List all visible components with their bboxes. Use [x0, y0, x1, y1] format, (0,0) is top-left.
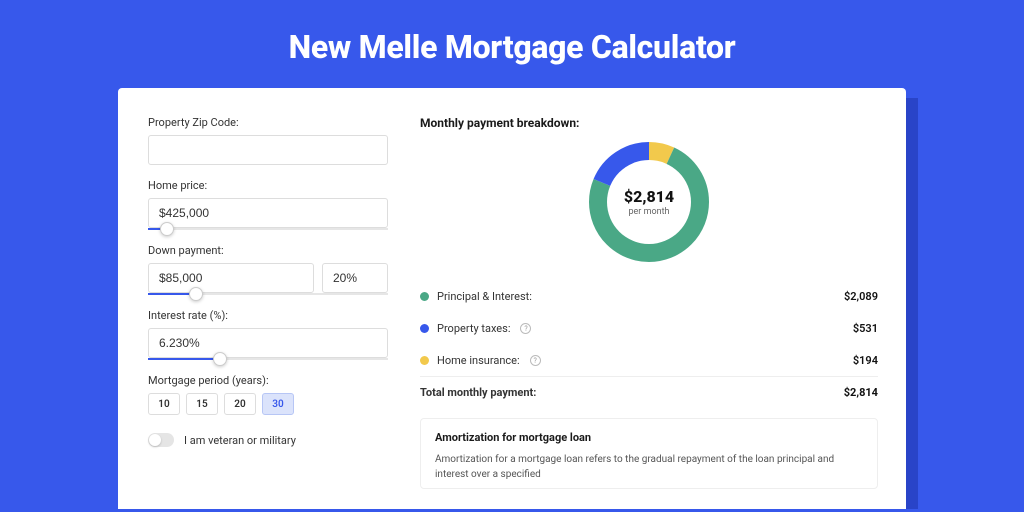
down-payment-slider[interactable] [148, 293, 388, 295]
breakdown-value: $194 [853, 354, 878, 367]
calculator-card: Property Zip Code: Home price: Down paym… [118, 88, 906, 509]
veteran-row: I am veteran or military [148, 433, 388, 447]
veteran-toggle-knob [149, 434, 161, 446]
amortization-text: Amortization for a mortgage loan refers … [435, 452, 863, 482]
interest-rate-slider[interactable] [148, 358, 388, 360]
page-title: New Melle Mortgage Calculator [0, 28, 1024, 66]
interest-rate-input[interactable] [148, 328, 388, 358]
donut-chart: $2,814 per month [587, 140, 711, 264]
veteran-label: I am veteran or military [184, 434, 296, 447]
breakdown-list: Principal & Interest: $2,089 Property taxe… [420, 280, 878, 376]
donut-sublabel: per month [628, 207, 669, 217]
breakdown-label: Principal & Interest: [437, 290, 532, 303]
donut-center: $2,814 per month [607, 160, 691, 244]
amortization-card: Amortization for mortgage loan Amortizat… [420, 418, 878, 489]
period-label: Mortgage period (years): [148, 374, 388, 387]
legend-dot [420, 292, 429, 301]
legend-dot [420, 356, 429, 365]
breakdown-total-row: Total monthly payment: $2,814 [420, 376, 878, 408]
info-icon[interactable]: ? [520, 323, 531, 334]
interest-rate-slider-fill [148, 358, 220, 360]
period-option-10[interactable]: 10 [148, 393, 180, 415]
zip-input[interactable] [148, 135, 388, 165]
down-payment-input[interactable] [148, 263, 314, 293]
down-payment-label: Down payment: [148, 244, 388, 257]
breakdown-row: Property taxes:? $531 [420, 312, 878, 344]
home-price-label: Home price: [148, 179, 388, 192]
breakdown-title: Monthly payment breakdown: [420, 116, 878, 130]
form-column: Property Zip Code: Home price: Down paym… [148, 116, 388, 489]
zip-label: Property Zip Code: [148, 116, 388, 129]
interest-rate-slider-thumb[interactable] [213, 352, 227, 366]
period-block: Mortgage period (years): 10 15 20 30 [148, 374, 388, 415]
period-options: 10 15 20 30 [148, 393, 388, 415]
amortization-title: Amortization for mortgage loan [435, 431, 863, 444]
home-price-slider[interactable] [148, 228, 388, 230]
home-price-slider-thumb[interactable] [160, 222, 174, 236]
info-icon[interactable]: ? [530, 355, 541, 366]
donut-value: $2,814 [624, 187, 674, 206]
breakdown-label: Property taxes: [437, 322, 510, 335]
interest-rate-label: Interest rate (%): [148, 309, 388, 322]
period-option-15[interactable]: 15 [186, 393, 218, 415]
home-price-input[interactable] [148, 198, 388, 228]
period-option-30[interactable]: 30 [262, 393, 294, 415]
veteran-toggle[interactable] [148, 433, 174, 447]
total-value: $2,814 [844, 386, 878, 399]
down-payment-block: Down payment: [148, 244, 388, 295]
down-payment-pct-input[interactable] [322, 263, 388, 293]
interest-rate-block: Interest rate (%): [148, 309, 388, 360]
breakdown-row: Home insurance:? $194 [420, 344, 878, 376]
breakdown-label: Home insurance: [437, 354, 520, 367]
breakdown-value: $531 [853, 322, 878, 335]
legend-dot [420, 324, 429, 333]
period-option-20[interactable]: 20 [224, 393, 256, 415]
breakdown-column: Monthly payment breakdown: $2,814 per mo… [420, 116, 878, 489]
home-price-block: Home price: [148, 179, 388, 230]
down-payment-slider-thumb[interactable] [189, 287, 203, 301]
breakdown-value: $2,089 [844, 290, 878, 303]
total-label: Total monthly payment: [420, 386, 536, 399]
donut-wrap: $2,814 per month [420, 140, 878, 264]
breakdown-row: Principal & Interest: $2,089 [420, 280, 878, 312]
hero: New Melle Mortgage Calculator [0, 0, 1024, 88]
zip-field-block: Property Zip Code: [148, 116, 388, 165]
card-shadow: Property Zip Code: Home price: Down paym… [118, 88, 906, 509]
